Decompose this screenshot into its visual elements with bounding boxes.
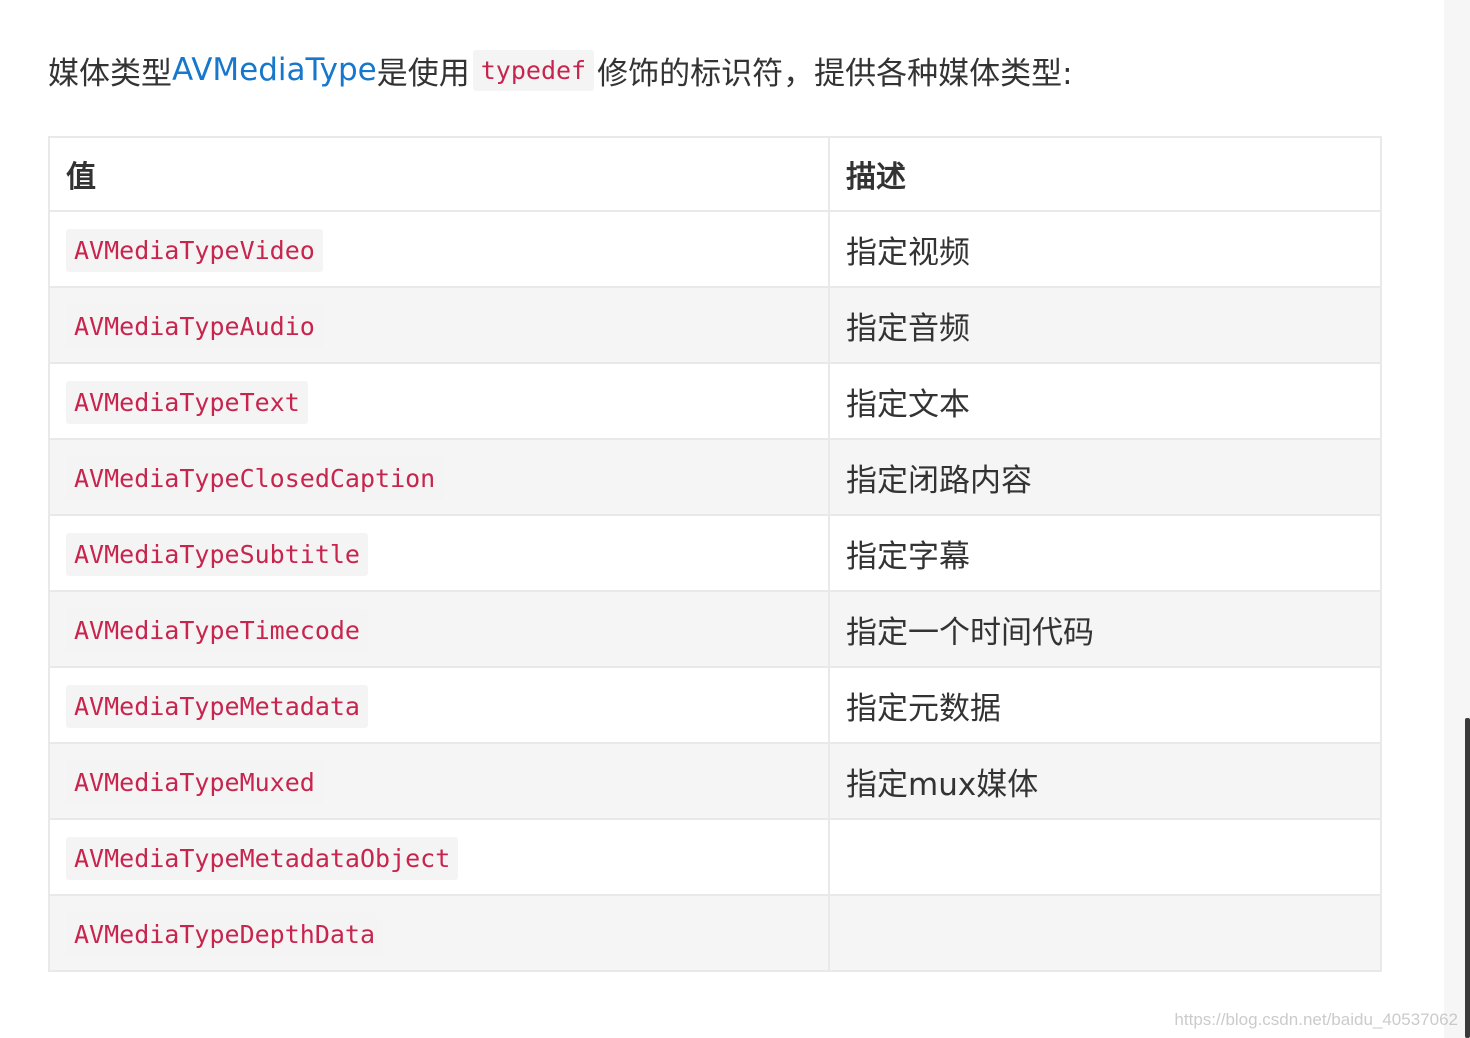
description-cell: 指定闭路内容	[828, 438, 1382, 516]
value-cell: AVMediaTypeSubtitle	[48, 514, 830, 592]
table-header-row: 值 描述	[48, 136, 1382, 212]
value-cell: AVMediaTypeClosedCaption	[48, 438, 830, 516]
typedef-code: typedef	[472, 49, 595, 91]
value-cell: AVMediaTypeMetadataObject	[48, 818, 830, 896]
intro-paragraph: 媒体类型 AVMediaType 是使用 typedef 修饰的标识符，提供各种媒体类型…	[48, 46, 1073, 94]
intro-prefix: 媒体类型	[48, 55, 172, 92]
avmediatype-link[interactable]: AVMediaType	[172, 52, 377, 88]
media-type-code: AVMediaTypeTimecode	[66, 609, 368, 652]
media-type-code: AVMediaTypeMuxed	[66, 761, 323, 804]
description-cell: 指定音频	[828, 286, 1382, 364]
media-type-code: AVMediaTypeText	[66, 381, 308, 424]
media-type-code: AVMediaTypeMetadata	[66, 685, 368, 728]
description-cell: 指定字幕	[828, 514, 1382, 592]
value-cell: AVMediaTypeTimecode	[48, 590, 830, 668]
description-cell	[828, 894, 1382, 972]
header-value: 值	[48, 136, 830, 212]
value-cell: AVMediaTypeText	[48, 362, 830, 440]
description-cell: 指定mux媒体	[828, 742, 1382, 820]
table-row: AVMediaTypeMuxed 指定mux媒体	[48, 742, 1382, 820]
intro-suffix: 修饰的标识符，提供各种媒体类型:	[597, 55, 1073, 92]
media-type-code: AVMediaTypeDepthData	[66, 913, 384, 956]
description-cell: 指定元数据	[828, 666, 1382, 744]
media-type-code: AVMediaTypeVideo	[66, 229, 323, 272]
value-cell: AVMediaTypeAudio	[48, 286, 830, 364]
table-row: AVMediaTypeText 指定文本	[48, 362, 1382, 440]
value-cell: AVMediaTypeMetadata	[48, 666, 830, 744]
media-type-code: AVMediaTypeAudio	[66, 305, 323, 348]
value-cell: AVMediaTypeMuxed	[48, 742, 830, 820]
table-row: AVMediaTypeVideo 指定视频	[48, 210, 1382, 288]
table-body: AVMediaTypeVideo 指定视频 AVMediaTypeAudio 指定音频…	[48, 210, 1382, 972]
header-description: 描述	[828, 136, 1382, 212]
table-row: AVMediaTypeDepthData	[48, 894, 1382, 972]
table-row: AVMediaTypeSubtitle 指定字幕	[48, 514, 1382, 592]
description-cell: 指定一个时间代码	[828, 590, 1382, 668]
table-row: AVMediaTypeClosedCaption 指定闭路内容	[48, 438, 1382, 516]
scrollbar-thumb[interactable]	[1465, 718, 1470, 1038]
description-cell	[828, 818, 1382, 896]
table-row: AVMediaTypeAudio 指定音频	[48, 286, 1382, 364]
media-type-table: 值 描述 AVMediaTypeVideo 指定视频 AVMediaTypeAudi…	[48, 136, 1382, 972]
media-type-code: AVMediaTypeMetadataObject	[66, 837, 459, 880]
intro-middle: 是使用	[376, 55, 470, 92]
value-cell: AVMediaTypeDepthData	[48, 894, 830, 972]
media-type-code: AVMediaTypeSubtitle	[66, 533, 368, 576]
watermark: https://blog.csdn.net/baidu_40537062	[1174, 1010, 1458, 1029]
value-cell: AVMediaTypeVideo	[48, 210, 830, 288]
table-row: AVMediaTypeTimecode 指定一个时间代码	[48, 590, 1382, 668]
description-cell: 指定文本	[828, 362, 1382, 440]
description-cell: 指定视频	[828, 210, 1382, 288]
media-type-code: AVMediaTypeClosedCaption	[66, 457, 444, 500]
table-row: AVMediaTypeMetadataObject	[48, 818, 1382, 896]
table-row: AVMediaTypeMetadata 指定元数据	[48, 666, 1382, 744]
